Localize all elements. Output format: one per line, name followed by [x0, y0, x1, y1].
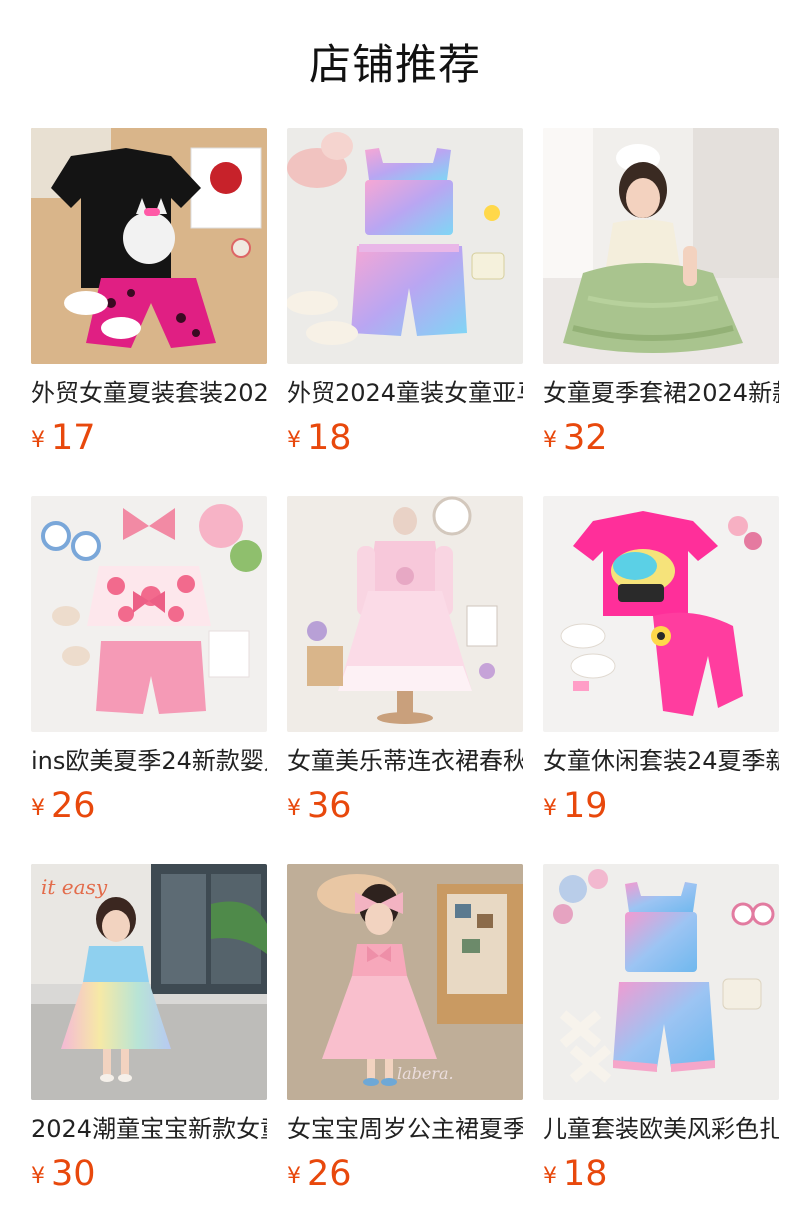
svg-text:labera.: labera.: [397, 1064, 454, 1083]
product-card[interactable]: labera. 女宝宝周岁公主裙夏季 ¥26: [287, 864, 523, 1232]
section-title: 店铺推荐: [308, 40, 481, 89]
product-card[interactable]: it easy 2024潮童宝宝新款女童 ¥30: [31, 864, 267, 1232]
product-title[interactable]: 2024潮童宝宝新款女童: [31, 1112, 267, 1146]
currency-symbol: ¥: [287, 428, 301, 453]
currency-symbol: ¥: [287, 1164, 301, 1189]
product-price: ¥17: [31, 416, 96, 460]
product-price: ¥26: [287, 1152, 352, 1196]
currency-symbol: ¥: [543, 1164, 557, 1189]
product-card[interactable]: 外贸2024童装女童亚马逊 ¥18: [287, 128, 523, 496]
product-image[interactable]: [31, 128, 267, 364]
product-image[interactable]: [287, 128, 523, 364]
product-title[interactable]: 外贸2024童装女童亚马逊: [287, 376, 523, 410]
currency-symbol: ¥: [31, 1164, 45, 1189]
product-price: ¥36: [287, 784, 352, 828]
product-card[interactable]: 儿童套装欧美风彩色扎染 ¥18: [543, 864, 779, 1232]
product-title[interactable]: 女童美乐蒂连衣裙春秋: [287, 744, 523, 778]
product-photo-tie-dye-set: [287, 128, 523, 364]
currency-symbol: ¥: [31, 428, 45, 453]
product-price: ¥30: [31, 1152, 96, 1196]
product-photo-pink-graphic-set: [543, 496, 779, 732]
product-card[interactable]: 女童夏季套裙2024新款 ¥32: [543, 128, 779, 496]
currency-symbol: ¥: [31, 796, 45, 821]
product-card[interactable]: 女童休闲套装24夏季新款 ¥19: [543, 496, 779, 864]
price-amount: 18: [307, 418, 352, 458]
product-photo-pink-tulle-dress-girl: labera.: [287, 864, 523, 1100]
product-image[interactable]: [543, 496, 779, 732]
product-title[interactable]: 女宝宝周岁公主裙夏季: [287, 1112, 523, 1146]
product-image[interactable]: [543, 864, 779, 1100]
product-photo-black-tee: [31, 128, 267, 364]
product-title[interactable]: 外贸女童夏装套装2024: [31, 376, 267, 410]
currency-symbol: ¥: [287, 796, 301, 821]
product-price: ¥32: [543, 416, 608, 460]
product-photo-princess-dress: [287, 496, 523, 732]
product-card[interactable]: 外贸女童夏装套装2024 ¥17: [31, 128, 267, 496]
price-amount: 26: [307, 1154, 352, 1194]
price-amount: 18: [563, 1154, 608, 1194]
product-photo-tie-dye-ruffle-set: [543, 864, 779, 1100]
product-price: ¥18: [287, 416, 352, 460]
product-card[interactable]: ins欧美夏季24新款婴儿 ¥26: [31, 496, 267, 864]
price-amount: 17: [51, 418, 96, 458]
product-card[interactable]: 女童美乐蒂连衣裙春秋 ¥36: [287, 496, 523, 864]
product-image[interactable]: [543, 128, 779, 364]
product-title[interactable]: ins欧美夏季24新款婴儿: [31, 744, 267, 778]
product-photo-rainbow-tutu-girl: it easy: [31, 864, 267, 1100]
product-photo-green-tutu: [543, 128, 779, 364]
currency-symbol: ¥: [543, 428, 557, 453]
product-image[interactable]: [287, 496, 523, 732]
product-image[interactable]: it easy: [31, 864, 267, 1100]
product-grid: 外贸女童夏装套装2024 ¥17 外贸2024童装女童亚 ¥ 18 女童夏季套裙…: [31, 128, 779, 1232]
product-image[interactable]: labera.: [287, 864, 523, 1100]
product-price: ¥18: [543, 1152, 608, 1196]
price-amount: 30: [51, 1154, 96, 1194]
price-amount: 36: [307, 786, 352, 826]
product-title[interactable]: 女童休闲套装24夏季新款: [543, 744, 779, 778]
svg-text:it easy: it easy: [41, 875, 108, 899]
product-price: ¥26: [31, 784, 96, 828]
product-title[interactable]: 儿童套装欧美风彩色扎染: [543, 1112, 779, 1146]
product-photo-floral-bow-set: [31, 496, 267, 732]
currency-symbol: ¥: [543, 796, 557, 821]
price-amount: 19: [563, 786, 608, 826]
price-amount: 26: [51, 786, 96, 826]
product-price: ¥19: [543, 784, 608, 828]
product-image[interactable]: [31, 496, 267, 732]
product-title[interactable]: 女童夏季套裙2024新款: [543, 376, 779, 410]
price-amount: 32: [563, 418, 608, 458]
